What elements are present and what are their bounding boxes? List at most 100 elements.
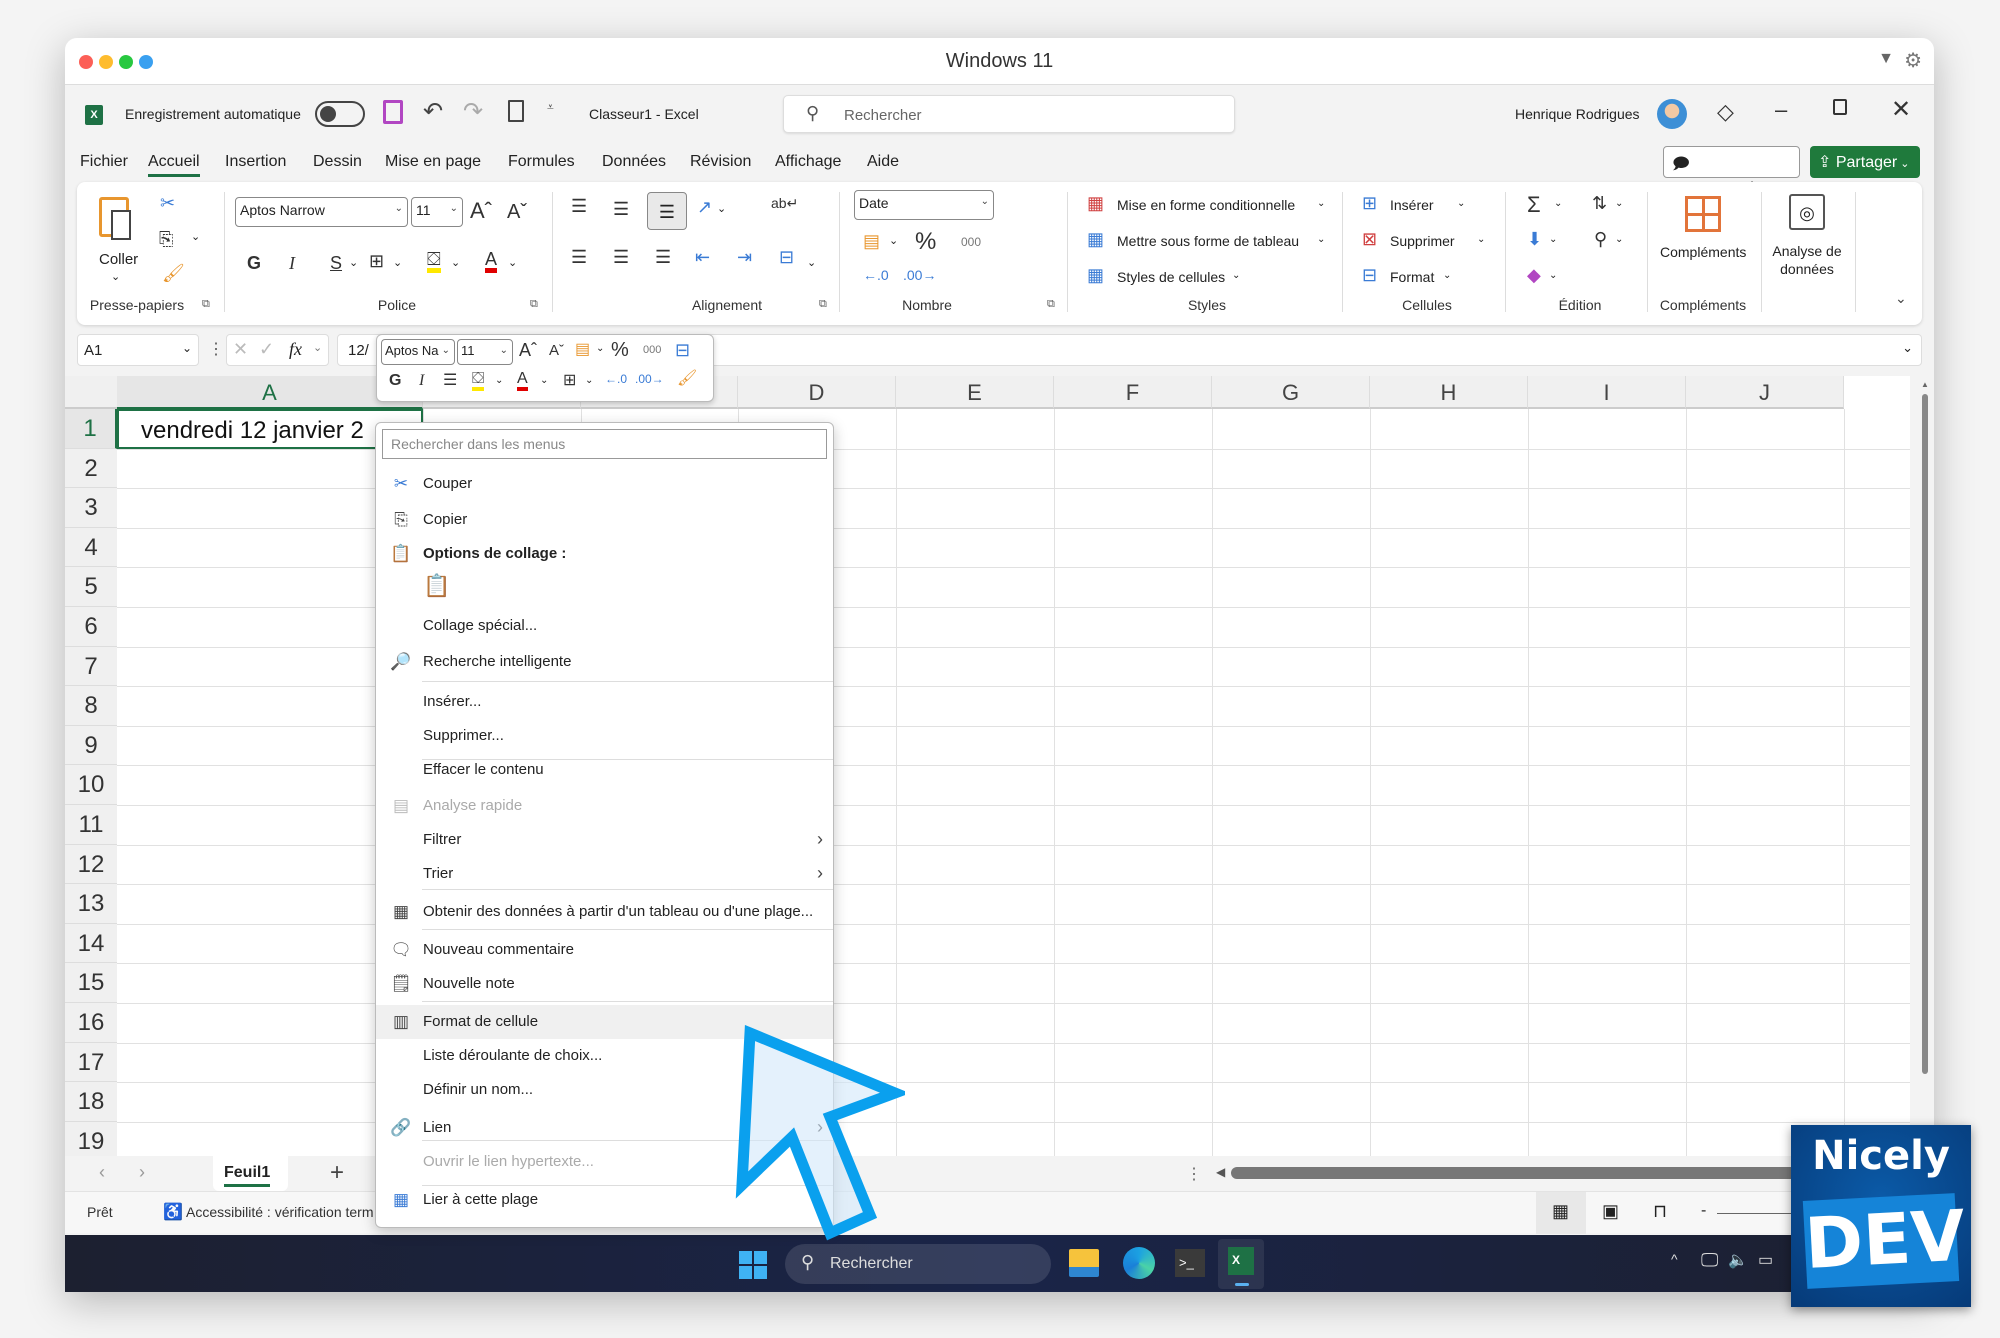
vertical-scrollbar[interactable]: ▲ <box>1919 376 1931 1096</box>
addins-icon[interactable] <box>1685 196 1721 232</box>
align-left-icon[interactable]: ☰ <box>571 248 587 266</box>
volume-icon[interactable]: 🔈 <box>1728 1250 1748 1270</box>
analyze-data-button[interactable]: Analyse de données <box>1772 242 1842 278</box>
column-header-i[interactable]: I <box>1528 376 1686 409</box>
row-header-16[interactable]: 16 <box>65 1003 117 1043</box>
mini-percent-button[interactable]: % <box>611 340 629 360</box>
scroll-sheets-left-icon[interactable]: ‹ <box>99 1162 105 1183</box>
menu-item-inserer[interactable]: Insérer... <box>376 685 833 719</box>
row-header-13[interactable]: 13 <box>65 884 117 924</box>
cell-styles-button[interactable]: Styles de cellules <box>1117 269 1225 285</box>
decrease-decimal-icon[interactable]: .00→ <box>635 373 664 385</box>
mini-size-combo[interactable]: 11 ⌄ <box>457 339 513 365</box>
font-name-combo[interactable]: Aptos Narrow ⌄ <box>235 197 408 227</box>
decrease-font-icon[interactable]: Aˇ <box>507 202 527 222</box>
tab-dessin[interactable]: Dessin <box>313 153 362 171</box>
diamond-icon[interactable]: ◇ <box>1717 99 1734 125</box>
row-header-11[interactable]: 11 <box>65 805 117 845</box>
insert-cells-icon[interactable]: ⊞ <box>1362 194 1377 212</box>
show-hidden-icons[interactable]: ^ <box>1671 1251 1678 1267</box>
add-sheet-button[interactable]: + <box>330 1159 344 1187</box>
chevron-down-icon[interactable]: ⌄ <box>1615 198 1623 209</box>
paste-label[interactable]: Coller <box>99 251 138 268</box>
collapse-ribbon-icon[interactable]: ⌄ <box>1895 290 1907 307</box>
accounting-format-icon[interactable]: ▤ <box>863 232 880 250</box>
spreadsheet-grid[interactable]: ABCDEFGHIJ 12345678910111213141516171819… <box>65 376 1910 1196</box>
chevron-down-icon[interactable]: ⌄ <box>313 341 322 354</box>
save-icon[interactable] <box>383 100 403 124</box>
row-header-12[interactable]: 12 <box>65 844 117 885</box>
name-box[interactable]: A1 ⌄ <box>77 334 199 366</box>
taskbar-excel[interactable]: X <box>1218 1239 1264 1289</box>
format-as-table-button[interactable]: Mettre sous forme de tableau <box>1117 233 1299 249</box>
increase-indent-icon[interactable]: ⇥ <box>737 248 752 266</box>
merge-center-icon[interactable]: ⊟ <box>779 248 794 266</box>
dropdown-triangle-icon[interactable]: ▼ <box>1878 50 1894 68</box>
align-center-icon[interactable]: ☰ <box>613 248 629 266</box>
vertical-scroll-thumb[interactable] <box>1922 394 1928 1074</box>
normal-view-button[interactable]: ▦ <box>1536 1192 1586 1234</box>
search-box[interactable]: ⚲ Rechercher <box>783 95 1235 133</box>
scroll-up-icon[interactable]: ▲ <box>1921 380 1929 389</box>
mini-thousands-button[interactable]: 000 <box>643 345 661 356</box>
decrease-indent-icon[interactable]: ⇤ <box>695 248 710 266</box>
column-header-e[interactable]: E <box>896 376 1054 409</box>
font-launcher-icon[interactable]: ⧉ <box>530 298 538 311</box>
format-painter-icon[interactable]: 🖌 <box>677 371 697 387</box>
increase-font-icon[interactable]: Aˆ <box>519 341 537 359</box>
battery-icon[interactable]: ▭ <box>1758 1250 1773 1270</box>
analyze-data-icon[interactable]: ◎ <box>1789 194 1825 230</box>
customize-qat-icon[interactable]: ⩡ <box>547 100 554 115</box>
chevron-down-icon[interactable]: ⌄ <box>1232 270 1240 281</box>
autosum-icon[interactable]: Σ <box>1527 194 1541 216</box>
chevron-down-icon[interactable]: ⌄ <box>1457 198 1465 209</box>
format-painter-icon[interactable]: 🖌 <box>162 264 185 282</box>
redo-icon[interactable]: ↷ <box>463 97 483 126</box>
zoom-slider[interactable] <box>1717 1213 1797 1214</box>
wrap-text-icon[interactable]: ab↵ <box>771 196 798 210</box>
paste-chevron-icon[interactable]: ⌄ <box>111 270 120 283</box>
underline-button[interactable]: S <box>330 254 342 272</box>
conditional-formatting-icon[interactable]: ▦ <box>1087 194 1104 212</box>
column-header-j[interactable]: J <box>1686 376 1844 409</box>
copy-icon[interactable]: ⎘ <box>159 230 173 248</box>
number-launcher-icon[interactable]: ⧉ <box>1047 298 1055 311</box>
new-document-icon[interactable] <box>508 100 524 122</box>
row-header-3[interactable]: 3 <box>65 488 117 528</box>
menu-item-nouveau-commentaire[interactable]: 🗨 Nouveau commentaire <box>376 933 833 967</box>
row-header-18[interactable]: 18 <box>65 1082 117 1122</box>
row-header-8[interactable]: 8 <box>65 686 117 726</box>
tab-insertion[interactable]: Insertion <box>225 153 286 171</box>
row-header-14[interactable]: 14 <box>65 923 117 964</box>
menu-item-nouvelle-note[interactable]: 🗒 Nouvelle note <box>376 967 833 1001</box>
row-header-7[interactable]: 7 <box>65 646 117 687</box>
menu-item-recherche-intelligente[interactable]: 🔎 Recherche intelligente <box>376 645 833 679</box>
user-avatar[interactable] <box>1657 99 1687 129</box>
accounting-format-icon[interactable]: ▤ <box>575 342 590 358</box>
menu-item-supprimer[interactable]: Supprimer... <box>376 719 833 753</box>
file-explorer-icon[interactable] <box>1069 1249 1099 1277</box>
borders-icon[interactable]: ⊞ <box>369 252 384 270</box>
align-bottom-button[interactable]: ☰ <box>647 192 687 230</box>
chevron-down-icon[interactable]: ⌄ <box>451 256 460 269</box>
tab-mise-en-page[interactable]: Mise en page <box>385 153 481 171</box>
increase-decimal-icon[interactable]: ←.0 <box>605 373 627 385</box>
chevron-down-icon[interactable]: ⌄ <box>495 375 503 386</box>
delete-button[interactable]: Supprimer <box>1390 233 1455 249</box>
format-cells-icon[interactable]: ⊟ <box>1362 266 1377 284</box>
orientation-icon[interactable]: ↗ <box>697 198 712 216</box>
decrease-font-icon[interactable]: Aˇ <box>549 343 564 358</box>
menu-item-obtenir-des-donnees-a-partir-d-un-tableau-ou-d-une-plage[interactable]: ▦ Obtenir des données à partir d'un table… <box>376 895 833 929</box>
expand-formula-bar-icon[interactable]: ⌄ <box>1902 340 1913 356</box>
mini-font-combo[interactable]: Aptos Na ⌄ <box>381 339 455 365</box>
autosave-toggle[interactable] <box>315 101 365 127</box>
column-header-h[interactable]: H <box>1370 376 1528 409</box>
share-button[interactable]: ⇪ Partager ⌄ <box>1810 146 1920 178</box>
chevron-down-icon[interactable]: ⌄ <box>717 202 726 215</box>
borders-icon[interactable]: ⊞ <box>563 373 576 389</box>
chevron-down-icon[interactable]: ⌄ <box>1317 234 1325 245</box>
horizontal-scroll-thumb[interactable] <box>1231 1167 1871 1179</box>
terminal-icon[interactable]: >_ <box>1175 1249 1205 1277</box>
close-icon[interactable]: ✕ <box>1891 95 1911 124</box>
find-icon[interactable]: ⚲ <box>1594 230 1607 248</box>
